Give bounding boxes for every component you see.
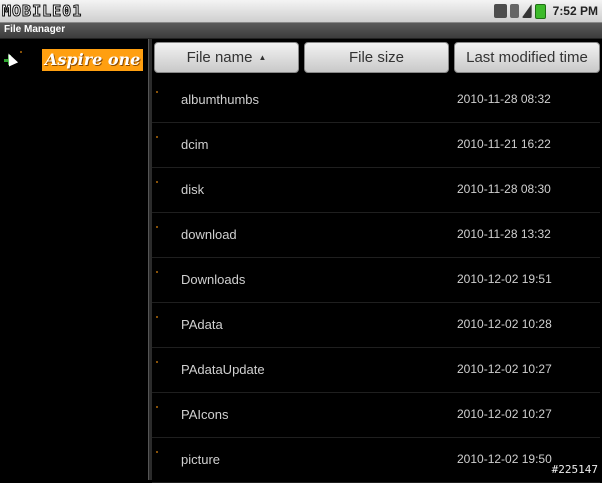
folder-icon <box>156 226 175 243</box>
folder-icon <box>156 271 175 288</box>
folder-icon <box>20 51 38 69</box>
file-name: Downloads <box>181 272 246 287</box>
sort-by-name-button[interactable]: File name ▲ <box>154 42 299 73</box>
image-id-label: #225147 <box>551 463 598 476</box>
file-list: albumthumbs 2010-11-28 08:32 dcim 2010-1… <box>152 78 600 483</box>
status-bar: MOBILE01 7:52 PM <box>0 0 602 23</box>
column-modified-label: Last modified time <box>466 49 588 66</box>
usb-icon <box>493 4 507 18</box>
tree-root-node[interactable]: Aspire one <box>4 49 144 71</box>
folder-icon <box>156 406 175 423</box>
sort-ascending-icon: ▲ <box>258 53 267 62</box>
file-modified: 2010-11-21 16:22 <box>457 137 551 151</box>
list-item[interactable]: PAdataUpdate 2010-12-02 10:27 <box>152 348 600 393</box>
list-item[interactable]: PAdata 2010-12-02 10:28 <box>152 303 600 348</box>
column-name-label: File name <box>186 49 253 66</box>
file-name: PAIcons <box>181 407 229 422</box>
list-item[interactable]: Downloads 2010-12-02 19:51 <box>152 258 600 303</box>
file-modified: 2010-12-02 10:27 <box>457 407 552 421</box>
list-item[interactable]: picture 2010-12-02 19:50 <box>152 438 600 483</box>
file-name: picture <box>181 452 221 467</box>
list-item[interactable]: PAIcons 2010-12-02 10:27 <box>152 393 600 438</box>
file-name: albumthumbs <box>181 92 260 107</box>
list-item[interactable]: dcim 2010-11-21 16:22 <box>152 123 600 168</box>
signal-icon <box>521 4 532 18</box>
folder-icon <box>156 316 175 333</box>
folder-icon <box>156 451 175 468</box>
file-name: dcim <box>181 137 209 152</box>
file-name: PAdataUpdate <box>181 362 265 377</box>
list-item[interactable]: download 2010-11-28 13:32 <box>152 213 600 258</box>
file-name: disk <box>181 182 205 197</box>
folder-tree-pane: Aspire one <box>0 39 148 480</box>
app-title: File Manager <box>4 24 66 35</box>
sort-by-modified-button[interactable]: Last modified time <box>454 42 600 73</box>
folder-icon <box>156 361 175 378</box>
file-name: PAdata <box>181 317 223 332</box>
folder-icon <box>156 181 175 198</box>
file-modified: 2010-11-28 13:32 <box>457 227 551 241</box>
app-title-bar: File Manager <box>0 23 602 39</box>
list-item[interactable]: albumthumbs 2010-11-28 08:32 <box>152 78 600 123</box>
file-modified: 2010-12-02 10:28 <box>457 317 552 331</box>
file-modified: 2010-12-02 19:51 <box>457 272 552 286</box>
column-size-label: File size <box>348 49 404 66</box>
folder-icon <box>156 136 175 153</box>
file-modified: 2010-12-02 19:50 <box>457 452 552 466</box>
status-clock: 7:52 PM <box>552 4 598 18</box>
tree-root-label[interactable]: Aspire one <box>42 49 144 71</box>
file-modified: 2010-12-02 10:27 <box>457 362 552 376</box>
file-name: download <box>181 227 237 242</box>
list-item[interactable]: disk 2010-11-28 08:30 <box>152 168 600 213</box>
sort-by-size-button[interactable]: File size <box>304 42 449 73</box>
folder-icon <box>156 91 175 108</box>
file-modified: 2010-11-28 08:32 <box>457 92 551 106</box>
battery-icon <box>534 3 546 19</box>
watermark-logo: MOBILE01 <box>1 2 83 21</box>
file-modified: 2010-11-28 08:30 <box>457 182 551 196</box>
status-icons: 7:52 PM <box>493 3 598 19</box>
sd-card-icon <box>509 4 519 18</box>
